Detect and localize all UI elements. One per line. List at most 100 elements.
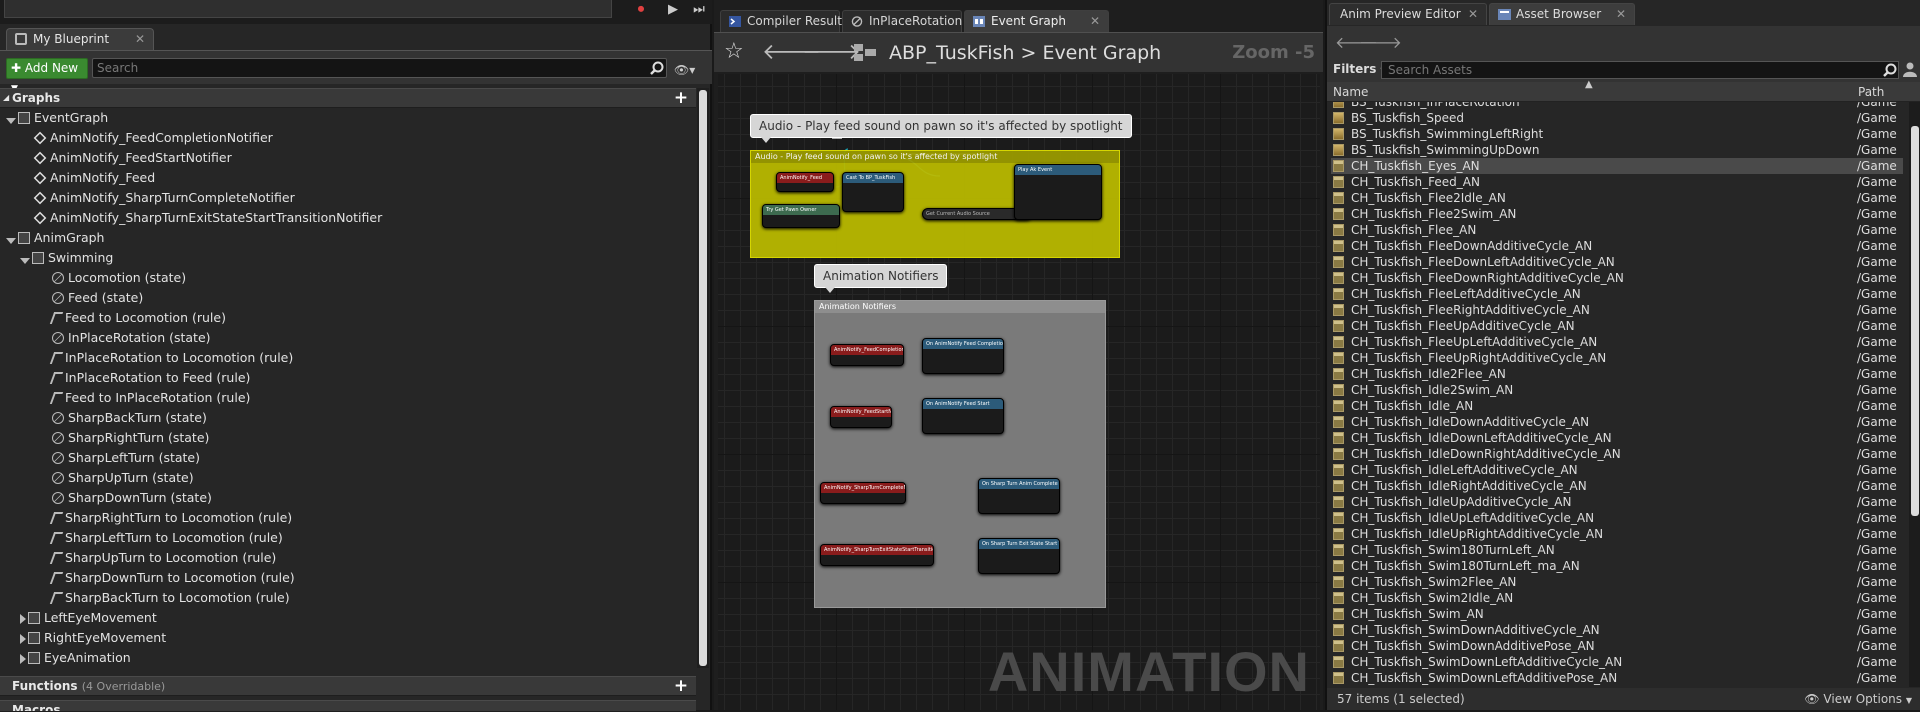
tab-event-graph[interactable]: Event Graph ✕ — [964, 10, 1109, 32]
play-event-node[interactable]: Play Ak Event — [1014, 164, 1102, 220]
breadcrumb-leaf[interactable]: Event Graph — [1042, 42, 1161, 64]
view-options-button[interactable]: 👁 View Options ▼ — [1804, 688, 1912, 712]
asset-row[interactable]: CH_Tuskfish_Flee_AN/Game — [1331, 222, 1903, 238]
asset-scrollbar[interactable] — [1909, 102, 1920, 687]
asset-row[interactable]: CH_Tuskfish_FleeDownLeftAdditiveCycle_AN… — [1331, 254, 1903, 270]
breadcrumb-root[interactable]: ABP_TuskFish — [889, 42, 1014, 64]
tree-item[interactable]: Feed to InPlaceRotation (rule) — [49, 388, 250, 408]
tree-item[interactable]: InPlaceRotation (state) — [52, 328, 211, 348]
asset-row[interactable]: CH_Tuskfish_FleeDownAdditiveCycle_AN/Gam… — [1331, 238, 1903, 254]
tree-item[interactable]: SharpBackTurn (state) — [52, 408, 207, 428]
step-icon[interactable]: ⏭ — [690, 2, 708, 18]
event-node[interactable]: AnimNotify_Feed — [776, 172, 834, 192]
collapsed-arrow-icon[interactable] — [20, 654, 26, 664]
user-icon[interactable] — [1903, 62, 1917, 77]
tab-inplacerotation[interactable]: InPlaceRotation (s — [842, 10, 977, 32]
search-input[interactable]: Search — [92, 58, 667, 78]
asset-row[interactable]: CH_Tuskfish_IdleUpAdditiveCycle_AN/Game — [1331, 494, 1903, 510]
tree-item[interactable]: AnimGraph — [6, 228, 104, 248]
close-icon[interactable]: ✕ — [135, 29, 145, 50]
asset-row[interactable]: CH_Tuskfish_Swim180TurnLeft_AN/Game — [1331, 542, 1903, 558]
event-node[interactable]: AnimNotify_SharpTurnCompleteNotifier — [820, 482, 906, 504]
eye-icon[interactable]: 👁▾ — [674, 63, 704, 77]
add-graph-icon[interactable]: + — [672, 89, 690, 107]
scroll-thumb[interactable] — [699, 90, 707, 666]
tree-item[interactable]: SharpRightTurn to Locomotion (rule) — [49, 508, 292, 528]
tree-item[interactable]: InPlaceRotation to Locomotion (rule) — [49, 348, 293, 368]
filters-button[interactable]: Filters ▼ — [1333, 62, 1387, 76]
close-icon[interactable]: ✕ — [1090, 11, 1100, 32]
asset-row[interactable]: CH_Tuskfish_IdleRightAdditiveCycle_AN/Ga… — [1331, 478, 1903, 494]
event-node[interactable]: AnimNotify_SharpTurnExitStateStartTransi… — [820, 544, 934, 566]
tree-item[interactable]: SharpLeftTurn to Locomotion (rule) — [49, 528, 283, 548]
event-node[interactable]: AnimNotify_FeedCompletionNotifier — [830, 344, 904, 366]
asset-search-input[interactable]: Search Assets — [1381, 61, 1899, 79]
forward-arrow-icon[interactable]: 🡒 — [1359, 32, 1402, 52]
tree-item[interactable]: RightEyeMovement — [20, 628, 166, 648]
asset-row[interactable]: CH_Tuskfish_IdleDownAdditiveCycle_AN/Gam… — [1331, 414, 1903, 430]
expanded-arrow-icon[interactable] — [20, 258, 30, 264]
asset-row[interactable]: CH_Tuskfish_Flee2Idle_AN/Game — [1331, 190, 1903, 206]
tree-item[interactable]: EventGraph — [6, 108, 108, 128]
asset-row[interactable]: CH_Tuskfish_Idle_AN/Game — [1331, 398, 1903, 414]
call-node[interactable]: On AnimNotify Feed Completion — [922, 338, 1004, 374]
asset-row[interactable]: CH_Tuskfish_SwimDownAdditivePose_AN/Game — [1331, 638, 1903, 654]
asset-row[interactable]: CH_Tuskfish_Swim2Idle_AN/Game — [1331, 590, 1903, 606]
asset-row[interactable]: CH_Tuskfish_Swim180TurnLeft_ma_AN/Game — [1331, 558, 1903, 574]
expanded-arrow-icon[interactable] — [6, 118, 16, 124]
sort-icon[interactable]: ▲ — [1585, 75, 1593, 95]
tree-item[interactable]: AnimNotify_Feed — [33, 168, 155, 188]
tree-item[interactable]: SharpDownTurn to Locomotion (rule) — [49, 568, 295, 588]
star-icon[interactable]: ☆ — [724, 39, 744, 64]
tab-my-blueprint[interactable]: My Blueprint ✕ — [6, 28, 154, 50]
column-name[interactable]: Name — [1333, 82, 1368, 102]
asset-row[interactable]: CH_Tuskfish_FleeUpRightAdditiveCycle_AN /… — [1331, 350, 1903, 366]
asset-row[interactable]: CH_Tuskfish_SwimDownLeftAdditivePose_AN /… — [1331, 670, 1903, 686]
asset-row[interactable]: CH_Tuskfish_FleeLeftAdditiveCycle_AN/Gam… — [1331, 286, 1903, 302]
tree-item[interactable]: AnimNotify_SharpTurnExitStateStartTransi… — [33, 208, 382, 228]
asset-row[interactable]: CH_Tuskfish_Idle2Flee_AN/Game — [1331, 366, 1903, 382]
call-node[interactable]: On Sharp Turn Exit State Start Transitio… — [978, 538, 1060, 574]
tree-item[interactable]: AnimNotify_FeedCompletionNotifier — [33, 128, 273, 148]
tree-item[interactable]: LeftEyeMovement — [20, 608, 157, 628]
asset-row[interactable]: CH_Tuskfish_IdleDownLeftAdditiveCycle_AN… — [1331, 430, 1903, 446]
collapsed-arrow-icon[interactable] — [20, 634, 26, 644]
close-icon[interactable]: ✕ — [1616, 4, 1626, 25]
collapsed-arrow-icon[interactable] — [20, 614, 26, 624]
asset-row[interactable]: CH_Tuskfish_Feed_AN/Game — [1331, 174, 1903, 190]
asset-row[interactable]: BS_Tuskfish_SwimmingLeftRight/Game — [1331, 126, 1903, 142]
column-path[interactable]: Path — [1858, 82, 1884, 102]
asset-row[interactable]: CH_Tuskfish_SwimDownAdditiveCycle_AN/Gam… — [1331, 622, 1903, 638]
asset-row[interactable]: BS_Tuskfish_Speed/Game — [1331, 110, 1903, 126]
tree-item[interactable]: SharpRightTurn (state) — [52, 428, 209, 448]
asset-row[interactable]: CH_Tuskfish_FleeUpLeftAdditiveCycle_AN/G… — [1331, 334, 1903, 350]
expanded-arrow-icon[interactable] — [6, 238, 16, 244]
tree-item[interactable]: SharpDownTurn (state) — [52, 488, 212, 508]
cast-node[interactable]: Cast To BP_TuskFish — [842, 172, 904, 212]
tree-item[interactable]: SharpUpTurn (state) — [52, 468, 194, 488]
tree-item[interactable]: Feed (state) — [52, 288, 143, 308]
call-node[interactable]: On Sharp Turn Anim Complete — [978, 478, 1060, 514]
forward-arrow-icon[interactable]: 🡒 — [802, 39, 861, 65]
asset-row[interactable]: CH_Tuskfish_IdleUpRightAdditiveCycle_AN /… — [1331, 526, 1903, 542]
asset-row[interactable]: CH_Tuskfish_IdleDownRightAdditiveCycle_A… — [1331, 446, 1903, 462]
asset-row[interactable]: BS_Tuskfish_SwimmingUpDown/Game — [1331, 142, 1903, 158]
tree-item[interactable]: Locomotion (state) — [52, 268, 186, 288]
tree-item[interactable]: Swimming — [20, 248, 113, 268]
tab-anim-preview-editor[interactable]: Anim Preview Editor ✕ — [1329, 3, 1487, 25]
tab-compiler-results[interactable]: Compiler Results — [720, 10, 848, 32]
asset-row[interactable]: CH_Tuskfish_SwimDownLeftAdditiveCycle_AN… — [1331, 654, 1903, 670]
tree-item[interactable]: AnimNotify_FeedStartNotifier — [33, 148, 232, 168]
pawn-node[interactable]: Try Get Pawn Owner — [762, 204, 840, 228]
graph-canvas[interactable]: Audio - Play feed sound on pawn so it's … — [718, 74, 1320, 710]
tree-item[interactable]: EyeAnimation — [20, 648, 131, 668]
tree-item[interactable]: AnimNotify_SharpTurnCompleteNotifier — [33, 188, 295, 208]
tree-item[interactable]: SharpLeftTurn (state) — [52, 448, 200, 468]
asset-row[interactable]: CH_Tuskfish_FleeRightAdditiveCycle_AN/Ga… — [1331, 302, 1903, 318]
functions-header[interactable]: Functions (4 Overridable) + — [0, 676, 696, 696]
graphs-header[interactable]: ◢ Graphs + — [0, 88, 696, 108]
asset-row[interactable]: CH_Tuskfish_Swim2Flee_AN/Game — [1331, 574, 1903, 590]
scroll-thumb[interactable] — [1911, 126, 1919, 516]
close-icon[interactable]: ✕ — [1468, 4, 1478, 25]
tree-item[interactable]: InPlaceRotation to Feed (rule) — [49, 368, 250, 388]
